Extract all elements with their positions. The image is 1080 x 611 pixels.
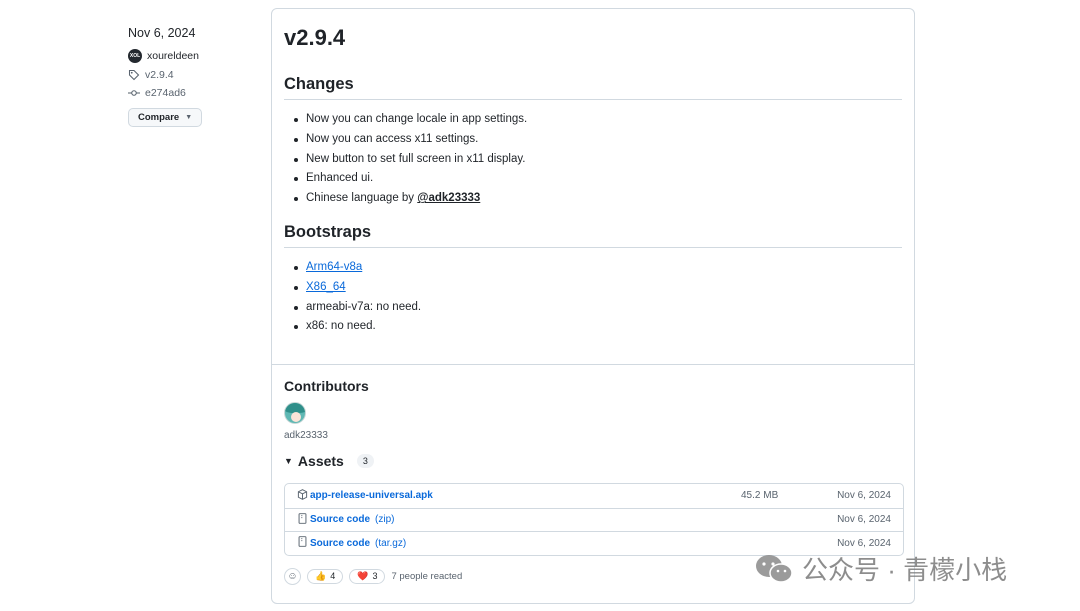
watermark-text: 公众号 · 青檬小栈: [802, 555, 1008, 585]
contributors-heading: Contributors: [284, 378, 369, 394]
list-item: Chinese language by @adk23333: [284, 189, 902, 209]
heart-icon: ❤️: [357, 570, 369, 581]
asset-date: Nov 6, 2024: [837, 537, 891, 549]
release-date: Nov 6, 2024: [128, 26, 196, 40]
asset-format[interactable]: (zip): [375, 514, 394, 525]
tag-label[interactable]: v2.9.4: [145, 69, 174, 81]
section-divider: [272, 364, 914, 365]
contributor-name: adk23333: [284, 430, 328, 441]
reaction-heart-button[interactable]: ❤️ 3: [349, 568, 386, 584]
table-row: app-release-universal.apk 45.2 MB Nov 6,…: [285, 484, 903, 508]
release-card: v2.9.4 Changes Now you can change locale…: [271, 8, 915, 604]
tag-icon: [128, 69, 140, 81]
wechat-icon: [756, 554, 793, 583]
author-avatar: XOL: [128, 49, 142, 63]
file-zip-icon: [297, 512, 308, 527]
list-item: armeabi-v7a: no need.: [284, 298, 902, 318]
list-item-text: Chinese language by: [306, 192, 415, 205]
contributor-avatar[interactable]: [284, 402, 306, 424]
changes-list: Now you can change locale in app setting…: [284, 110, 902, 209]
bootstraps-heading: Bootstraps: [284, 223, 902, 248]
assets-heading: Assets: [297, 453, 344, 469]
chevron-down-icon: ▼: [185, 114, 193, 121]
list-item: New button to set full screen in x11 dis…: [284, 150, 902, 170]
list-item: Enhanced ui.: [284, 169, 902, 189]
watermark: 公众号 · 青檬小栈: [754, 550, 1007, 587]
reaction-summary: 7 people reacted: [391, 570, 463, 582]
asset-format[interactable]: (tar.gz): [375, 538, 406, 549]
commit-hash[interactable]: e274ad6: [145, 87, 186, 99]
reaction-count: 3: [372, 571, 378, 581]
list-item: Arm64-v8a: [284, 258, 902, 278]
asset-link[interactable]: app-release-universal.apk: [310, 490, 433, 501]
commit-link[interactable]: e274ad6: [128, 87, 258, 99]
author-name[interactable]: xoureldeen: [147, 50, 199, 62]
compare-button[interactable]: Compare ▼: [128, 108, 203, 127]
triangle-down-icon: ▼: [284, 456, 293, 466]
bootstrap-link-arm64[interactable]: Arm64-v8a: [306, 261, 362, 273]
release-title[interactable]: v2.9.4: [284, 25, 902, 51]
assets-toggle[interactable]: ▼ Assets 3: [284, 453, 904, 469]
thumbs-up-icon: 👍: [315, 570, 327, 581]
reaction-thumbs-up-button[interactable]: 👍 4: [307, 568, 344, 584]
smiley-icon[interactable]: ☺: [284, 567, 301, 585]
compare-label: Compare: [138, 112, 180, 123]
user-mention-link[interactable]: @adk23333: [417, 192, 480, 204]
list-item: X86_64: [284, 278, 902, 298]
asset-date: Nov 6, 2024: [837, 514, 891, 526]
asset-link[interactable]: Source code: [310, 538, 370, 549]
asset-date: Nov 6, 2024: [837, 490, 891, 502]
list-item: Now you can access x11 settings.: [284, 130, 902, 150]
reaction-count: 4: [330, 571, 336, 581]
list-item: Now you can change locale in app setting…: [284, 110, 902, 130]
changes-heading: Changes: [284, 75, 902, 100]
package-icon: [297, 488, 308, 503]
asset-link[interactable]: Source code: [310, 514, 370, 525]
commit-icon: [128, 90, 140, 96]
bootstraps-list: Arm64-v8a X86_64 armeabi-v7a: no need. x…: [284, 258, 902, 337]
table-row: Source code (zip) Nov 6, 2024: [285, 507, 903, 532]
author-link[interactable]: XOL xoureldeen: [128, 49, 258, 63]
assets-count-badge: 3: [356, 454, 374, 468]
list-item: x86: no need.: [284, 317, 902, 337]
file-zip-icon: [297, 536, 308, 550]
assets-table: app-release-universal.apk 45.2 MB Nov 6,…: [284, 483, 904, 556]
tag-link[interactable]: v2.9.4: [128, 69, 258, 81]
bootstrap-link-x86-64[interactable]: X86_64: [306, 281, 346, 293]
release-meta: Nov 6, 2024 XOL xoureldeen v2.9.4 e274ad…: [128, 26, 258, 127]
asset-size: 45.2 MB: [741, 490, 779, 502]
